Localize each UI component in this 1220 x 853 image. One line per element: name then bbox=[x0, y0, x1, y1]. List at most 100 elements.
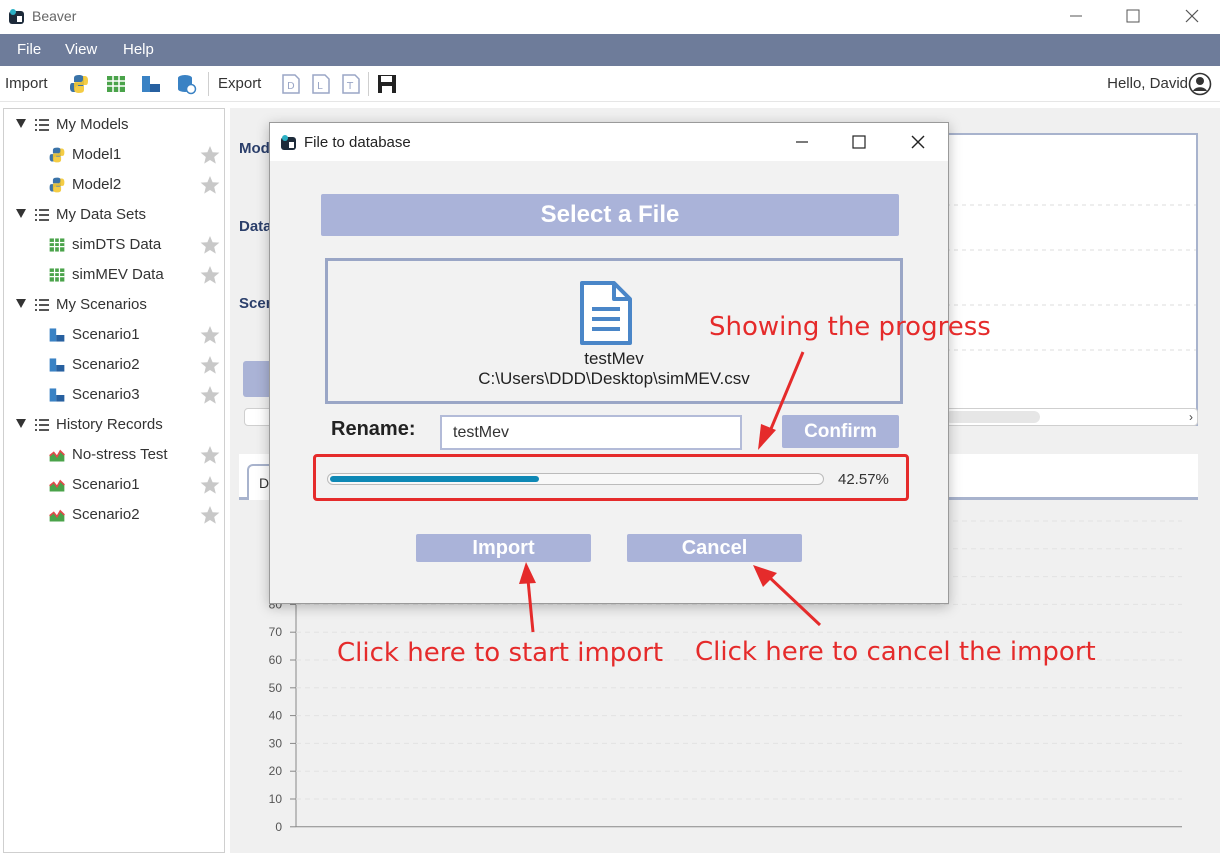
table-icon[interactable] bbox=[105, 73, 127, 95]
svg-text:L: L bbox=[317, 81, 323, 92]
tree-item-label: Scenario2 bbox=[72, 356, 140, 373]
scrollbar-thumb[interactable] bbox=[945, 411, 1040, 423]
import-button[interactable]: Import bbox=[416, 534, 591, 562]
y-tick-label: 30 bbox=[269, 736, 283, 750]
svg-text:D: D bbox=[287, 81, 295, 92]
star-icon[interactable] bbox=[200, 445, 220, 465]
tree-item-label: Model1 bbox=[72, 146, 122, 163]
rename-input[interactable] bbox=[440, 415, 742, 450]
user-avatar-icon[interactable] bbox=[1188, 72, 1212, 96]
star-icon[interactable] bbox=[200, 235, 220, 255]
export-text-icon[interactable]: T bbox=[340, 73, 362, 95]
tree-group-label: History Records bbox=[56, 416, 163, 433]
maximize-icon[interactable] bbox=[1121, 4, 1145, 28]
confirm-button[interactable]: Confirm bbox=[782, 415, 899, 448]
minimize-icon[interactable] bbox=[1064, 4, 1088, 28]
annotation-cancel-import: Click here to cancel the import bbox=[695, 637, 1096, 667]
tree-group-label: My Models bbox=[56, 116, 129, 133]
y-tick-label: 60 bbox=[269, 653, 283, 667]
menu-file[interactable]: File bbox=[17, 41, 41, 58]
expand-arrow-icon[interactable] bbox=[16, 419, 26, 428]
python-icon bbox=[49, 177, 65, 193]
scroll-right-icon[interactable]: › bbox=[1189, 410, 1193, 424]
star-icon[interactable] bbox=[200, 145, 220, 165]
list-icon bbox=[35, 419, 49, 431]
select-file-button[interactable]: Select a File bbox=[321, 194, 899, 236]
tree-item-model1[interactable]: Model1 bbox=[4, 140, 224, 170]
gridlines bbox=[938, 204, 1196, 351]
app-title: Beaver bbox=[32, 8, 77, 24]
dialog-minimize-icon[interactable] bbox=[791, 131, 813, 153]
export-data-icon[interactable]: D bbox=[280, 73, 302, 95]
svg-text:T: T bbox=[346, 81, 354, 92]
scenario-icon bbox=[49, 358, 65, 372]
y-tick-label: 50 bbox=[269, 681, 283, 695]
tree-item-label: Model2 bbox=[72, 176, 122, 193]
tree-item-label: simDTS Data bbox=[72, 236, 162, 253]
dialog-maximize-icon[interactable] bbox=[848, 131, 870, 153]
menu-help[interactable]: Help bbox=[123, 41, 154, 58]
dialog-title-bar: File to database bbox=[270, 123, 948, 161]
y-tick-label: 40 bbox=[269, 709, 283, 723]
tree-item-scenario3[interactable]: Scenario3 bbox=[4, 380, 224, 410]
toolbar-divider bbox=[208, 72, 209, 96]
list-icon bbox=[35, 299, 49, 311]
list-icon bbox=[35, 119, 49, 131]
toolbar: Import Export D L T Hello, David bbox=[0, 66, 1220, 102]
tree-item-simdts[interactable]: simDTS Data bbox=[4, 230, 224, 260]
tree-item-scenario1[interactable]: Scenario1 bbox=[4, 320, 224, 350]
python-icon[interactable] bbox=[68, 73, 90, 95]
star-icon[interactable] bbox=[200, 505, 220, 525]
tree-item-history-scenario1[interactable]: Scenario1 bbox=[4, 470, 224, 500]
tree-item-scenario2[interactable]: Scenario2 bbox=[4, 350, 224, 380]
y-tick-label: 20 bbox=[269, 764, 283, 778]
tree-group-label: My Data Sets bbox=[56, 206, 147, 223]
selected-file-path: C:\Users\DDD\Desktop\simMEV.csv bbox=[478, 369, 750, 388]
scenario-icon bbox=[49, 388, 65, 402]
cancel-button[interactable]: Cancel bbox=[627, 534, 802, 562]
star-icon[interactable] bbox=[200, 475, 220, 495]
tree-item-label: Scenario1 bbox=[72, 326, 140, 343]
beaver-logo-icon bbox=[281, 135, 296, 150]
tree-group-models[interactable]: My Models bbox=[4, 110, 224, 140]
expand-arrow-icon[interactable] bbox=[16, 209, 26, 218]
area-chart-icon bbox=[49, 479, 65, 492]
data-label: Data bbox=[239, 218, 272, 235]
expand-arrow-icon[interactable] bbox=[16, 119, 26, 128]
export-log-icon[interactable]: L bbox=[310, 73, 332, 95]
user-greeting: Hello, David bbox=[1107, 75, 1188, 92]
tree-group-history[interactable]: History Records bbox=[4, 410, 224, 440]
beaver-logo-icon bbox=[9, 9, 24, 24]
tree-item-simmev[interactable]: simMEV Data bbox=[4, 260, 224, 290]
star-icon[interactable] bbox=[200, 265, 220, 285]
y-tick-label: 0 bbox=[275, 820, 282, 834]
export-label: Export bbox=[218, 75, 262, 92]
close-icon[interactable] bbox=[1180, 4, 1204, 28]
area-chart-icon bbox=[49, 509, 65, 522]
tree-item-label: No-stress Test bbox=[72, 446, 168, 463]
tree-item-nostress[interactable]: No-stress Test bbox=[4, 440, 224, 470]
dialog-close-icon[interactable] bbox=[907, 131, 929, 153]
dialog-title: File to database bbox=[304, 134, 411, 151]
expand-arrow-icon[interactable] bbox=[16, 299, 26, 308]
menu-view[interactable]: View bbox=[65, 41, 97, 58]
tab-label: D bbox=[259, 475, 270, 491]
models-label: Mod bbox=[239, 140, 270, 157]
tree-item-model2[interactable]: Model2 bbox=[4, 170, 224, 200]
scenario-icon[interactable] bbox=[140, 73, 162, 95]
tree-group-scenarios[interactable]: My Scenarios bbox=[4, 290, 224, 320]
tree-group-datasets[interactable]: My Data Sets bbox=[4, 200, 224, 230]
star-icon[interactable] bbox=[200, 175, 220, 195]
title-bar: Beaver bbox=[0, 0, 1220, 34]
document-icon bbox=[580, 281, 632, 345]
star-icon[interactable] bbox=[200, 355, 220, 375]
database-icon[interactable] bbox=[175, 73, 197, 95]
tree-item-history-scenario2[interactable]: Scenario2 bbox=[4, 500, 224, 530]
star-icon[interactable] bbox=[200, 325, 220, 345]
tree-item-label: Scenario3 bbox=[72, 386, 140, 403]
save-icon[interactable] bbox=[376, 73, 398, 95]
tree-item-label: Scenario2 bbox=[72, 506, 140, 523]
selection-panel bbox=[938, 133, 1198, 426]
list-icon bbox=[35, 209, 49, 221]
star-icon[interactable] bbox=[200, 385, 220, 405]
